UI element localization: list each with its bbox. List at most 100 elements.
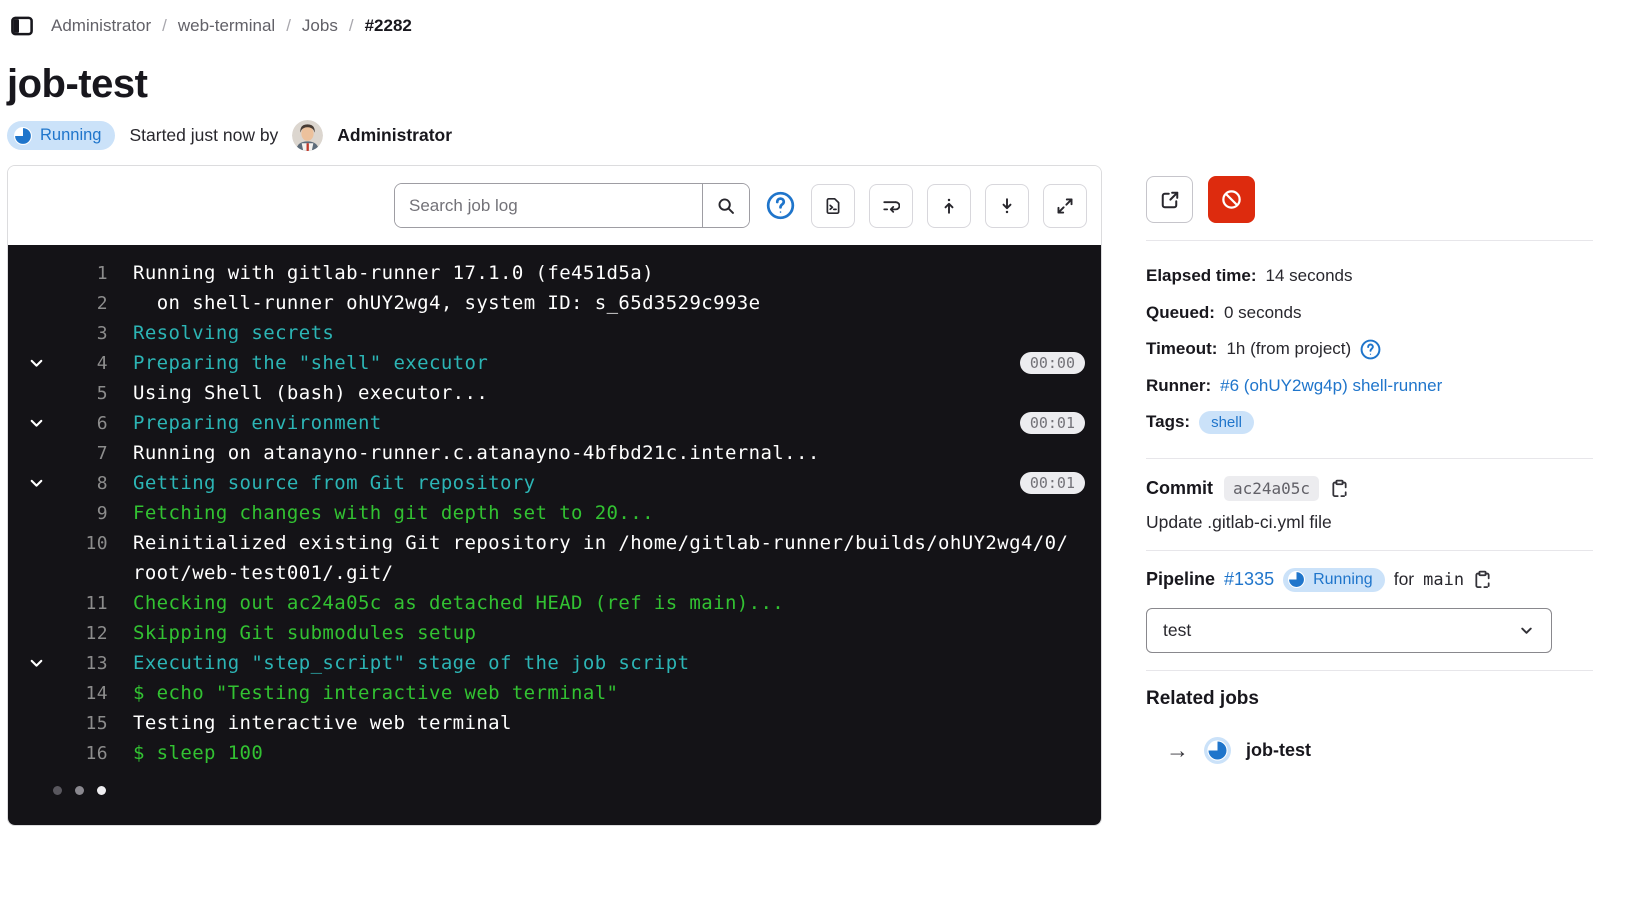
log-line-text: Running with gitlab-runner 17.1.0 (fe451… (108, 262, 1101, 284)
avatar[interactable] (292, 120, 323, 151)
search-button[interactable] (702, 184, 749, 227)
scroll-to-bottom-button[interactable] (985, 184, 1029, 228)
status-badge[interactable]: Running (7, 121, 115, 150)
chevron-down-icon[interactable] (8, 475, 64, 492)
log-line-text[interactable]: Preparing environment (108, 412, 1008, 434)
sidebar-toggle-icon[interactable] (10, 14, 34, 38)
log-line-number[interactable]: 4 (64, 353, 108, 374)
tag-badge[interactable]: shell (1199, 411, 1254, 434)
commit-row: Commit ac24a05c (1146, 476, 1593, 501)
main-content: 1Running with gitlab-runner 17.1.0 (fe45… (0, 165, 1638, 826)
log-line-number[interactable]: 12 (64, 623, 108, 644)
pipeline-status-badge[interactable]: Running (1283, 568, 1385, 592)
log-line-number[interactable]: 2 (64, 293, 108, 314)
stage-select-value: test (1163, 620, 1191, 641)
log-line-number[interactable]: 15 (64, 713, 108, 734)
related-job-row: → job-test (1166, 737, 1593, 764)
log-line-number[interactable]: 13 (64, 653, 108, 674)
sidebar-divider (1146, 670, 1593, 671)
breadcrumb-separator: / (349, 16, 354, 36)
breadcrumb: Administrator / web-terminal / Jobs / #2… (0, 0, 1638, 38)
pipeline-id-link[interactable]: #1335 (1224, 569, 1274, 590)
chevron-down-icon[interactable] (8, 415, 64, 432)
log-line-number[interactable]: 9 (64, 503, 108, 524)
log-line-number[interactable]: 10 (64, 533, 108, 554)
log-line-number[interactable]: 16 (64, 743, 108, 764)
pipeline-row: Pipeline #1335 Running for main (1146, 568, 1593, 592)
log-line-text: Reinitialized existing Git repository in… (108, 532, 1101, 554)
log-line-number[interactable]: 6 (64, 413, 108, 434)
related-job-running-icon[interactable] (1204, 737, 1231, 764)
copy-ref-icon[interactable] (1473, 570, 1492, 589)
author-name[interactable]: Administrator (337, 125, 452, 146)
search-icon (717, 197, 735, 215)
breadcrumb-item-project[interactable]: web-terminal (178, 16, 275, 36)
log-line: 9Fetching changes with git depth set to … (8, 498, 1101, 528)
elapsed-time-label: Elapsed time: (1146, 266, 1257, 286)
log-line-number[interactable]: 3 (64, 323, 108, 344)
log-line-text[interactable]: Resolving secrets (108, 322, 1101, 344)
log-duration-badge: 00:01 (1020, 412, 1085, 434)
timeout-help-icon[interactable] (1360, 339, 1381, 360)
log-loading-dots (53, 786, 1101, 795)
runner-link[interactable]: #6 (ohUY2wg4p) shell-runner (1220, 376, 1442, 396)
open-in-new-window-button[interactable] (1146, 176, 1193, 223)
scroll-to-top-button[interactable] (927, 184, 971, 228)
chevron-down-icon[interactable] (8, 355, 64, 372)
search-group (394, 183, 750, 228)
tags-label: Tags: (1146, 412, 1190, 432)
job-log-terminal: 1Running with gitlab-runner 17.1.0 (fe45… (8, 245, 1101, 825)
log-line-number[interactable]: 1 (64, 263, 108, 284)
help-icon[interactable] (766, 191, 795, 220)
started-text: Started just now by (129, 125, 278, 146)
log-line-number[interactable]: 5 (64, 383, 108, 404)
log-line: root/web-test001/.git/ (8, 558, 1101, 588)
log-line-number[interactable]: 14 (64, 683, 108, 704)
detail-queued: Queued: 0 seconds (1146, 295, 1593, 332)
chevron-down-icon[interactable] (8, 655, 64, 672)
log-line-text: Skipping Git submodules setup (108, 622, 1101, 644)
cancel-job-button[interactable] (1208, 176, 1255, 223)
log-line: 16$ sleep 100 (8, 738, 1101, 768)
commit-message: Update .gitlab-ci.yml file (1146, 512, 1593, 533)
copy-commit-icon[interactable] (1330, 479, 1349, 498)
queued-value: 0 seconds (1224, 303, 1302, 323)
search-input[interactable] (395, 184, 702, 227)
log-line-text[interactable]: Executing "step_script" stage of the job… (108, 652, 1101, 674)
page-title: job-test (7, 62, 1638, 107)
commit-label: Commit (1146, 478, 1213, 499)
job-log-column: 1Running with gitlab-runner 17.1.0 (fe45… (7, 165, 1102, 826)
breadcrumb-item-jobs[interactable]: Jobs (302, 16, 338, 36)
pipeline-label: Pipeline (1146, 569, 1215, 590)
log-duration-badge: 00:01 (1020, 472, 1085, 494)
log-line-number[interactable]: 8 (64, 473, 108, 494)
raw-log-button[interactable] (811, 184, 855, 228)
related-job-name[interactable]: job-test (1246, 740, 1311, 761)
log-line-text: $ sleep 100 (108, 742, 1101, 764)
detail-tags: Tags: shell (1146, 404, 1593, 441)
fullscreen-icon (1056, 197, 1074, 215)
log-line-number[interactable]: 11 (64, 593, 108, 614)
wrap-lines-button[interactable] (869, 184, 913, 228)
runner-label: Runner: (1146, 376, 1211, 396)
log-line-text[interactable]: Preparing the "shell" executor (108, 352, 1008, 374)
breadcrumb-item-administrator[interactable]: Administrator (51, 16, 151, 36)
running-status-icon (1288, 571, 1305, 588)
log-line-text: on shell-runner ohUY2wg4, system ID: s_6… (108, 292, 1101, 314)
commit-sha[interactable]: ac24a05c (1224, 476, 1319, 501)
fullscreen-button[interactable] (1043, 184, 1087, 228)
job-sidebar: Elapsed time: 14 seconds Queued: 0 secon… (1146, 165, 1638, 826)
scroll-bottom-icon (998, 197, 1016, 215)
pipeline-ref: main (1423, 570, 1464, 590)
sidebar-actions (1146, 165, 1593, 223)
log-line: 7Running on atanayno-runner.c.atanayno-4… (8, 438, 1101, 468)
stage-select[interactable]: test (1146, 608, 1552, 653)
timeout-value: 1h (from project) (1226, 339, 1351, 359)
log-line-text[interactable]: Getting source from Git repository (108, 472, 1008, 494)
log-line-number[interactable]: 7 (64, 443, 108, 464)
log-line: 3Resolving secrets (8, 318, 1101, 348)
sidebar-divider (1146, 458, 1593, 459)
arrow-right-icon: → (1166, 737, 1189, 764)
elapsed-time-value: 14 seconds (1266, 266, 1353, 286)
cancel-icon (1221, 189, 1242, 210)
